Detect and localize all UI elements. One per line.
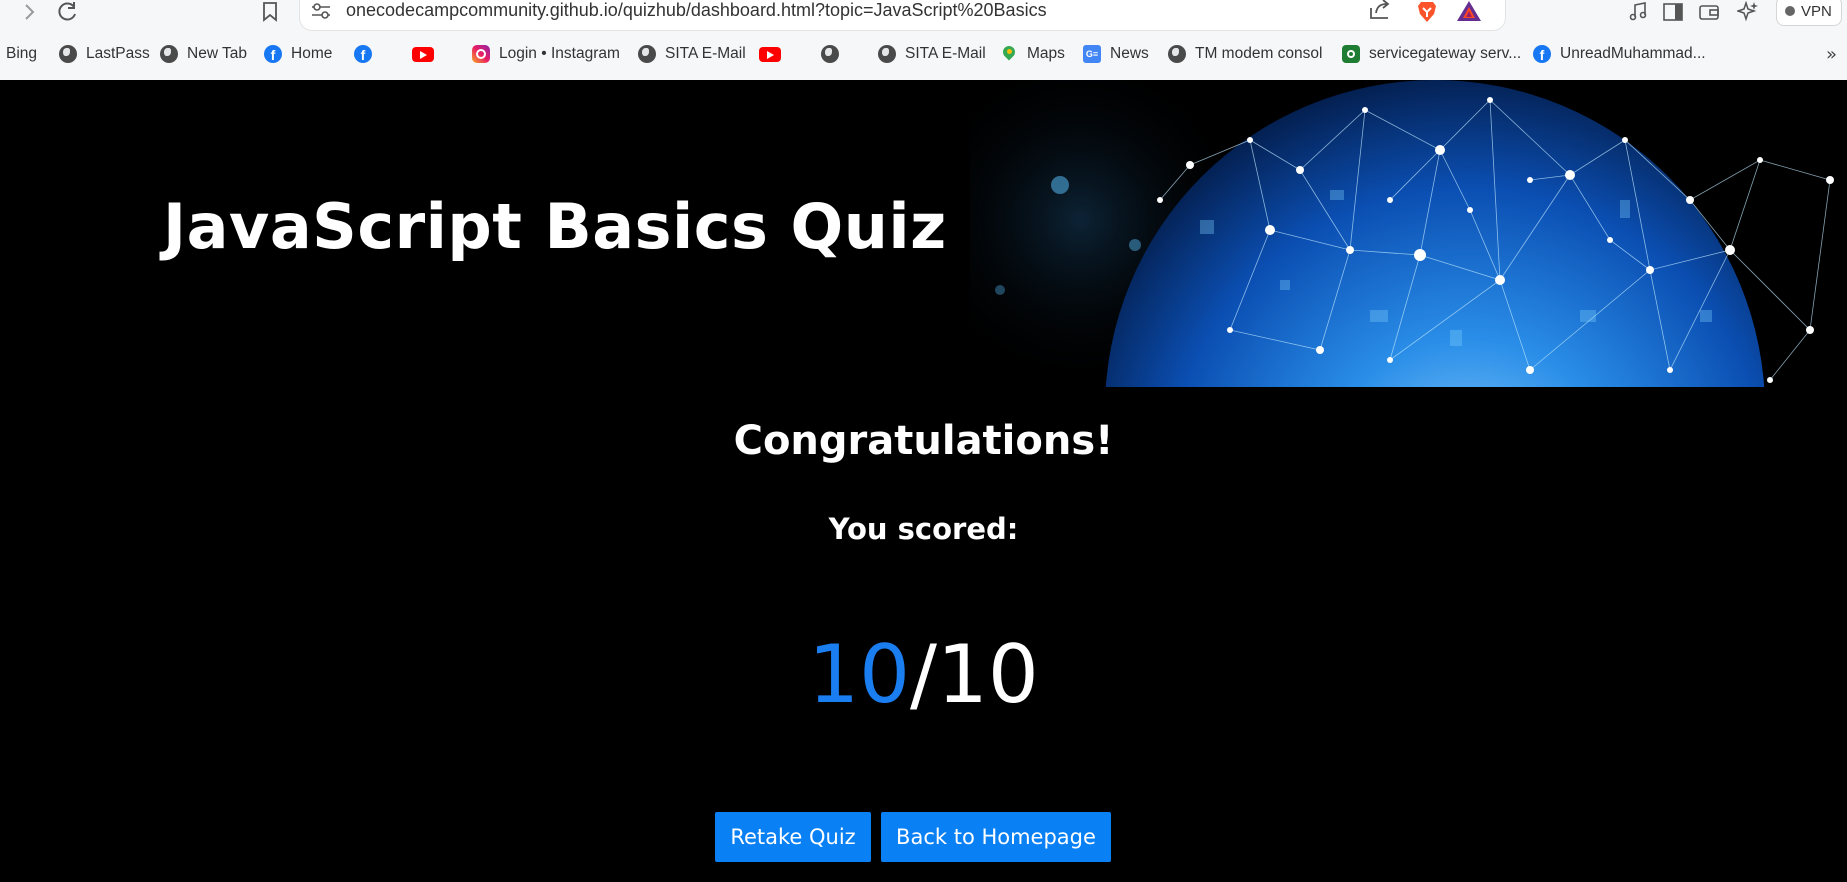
bookmark-label: Bing [6, 45, 38, 62]
news-icon: G≡ [1083, 45, 1101, 63]
bookmark-label: UnreadMuhammad... [1560, 45, 1706, 62]
globe-icon [160, 45, 178, 63]
address-bar[interactable]: onecodecampcommunity.github.io/quizhub/d… [300, 0, 1505, 30]
quiz-title: JavaScript Basics Quiz [163, 190, 947, 263]
back-to-homepage-button[interactable]: Back to Homepage [881, 812, 1111, 862]
leo-ai-icon[interactable] [1736, 0, 1760, 24]
bookmark-maps[interactable]: Maps [1000, 40, 1065, 68]
bookmark-home[interactable]: f Home [264, 40, 332, 68]
bookmark-icon[interactable] [260, 0, 280, 24]
vpn-status-icon [1785, 6, 1795, 16]
bookmark-label: SITA E-Mail [905, 45, 986, 62]
facebook-icon: f [1533, 45, 1551, 63]
score-total: 10 [936, 628, 1039, 721]
bookmark-label: New Tab [187, 45, 248, 62]
bookmark-youtube[interactable] [412, 40, 434, 68]
servicegateway-icon [1342, 45, 1360, 63]
globe-icon [1168, 45, 1186, 63]
bookmark-tm-modem[interactable]: TM modem consol [1168, 40, 1322, 68]
bookmark-globe[interactable] [821, 40, 839, 68]
share-icon[interactable] [1368, 0, 1392, 20]
bookmark-youtube-2[interactable] [759, 40, 781, 68]
bookmark-new-tab[interactable]: New Tab [160, 40, 247, 68]
bookmark-sita-email-2[interactable]: SITA E-Mail [878, 40, 986, 68]
bookmark-bing[interactable]: Bing [6, 40, 37, 68]
bookmark-label: Maps [1027, 45, 1065, 62]
congratulations-heading: Congratulations! [733, 418, 1114, 464]
brave-rewards-icon[interactable] [1456, 0, 1482, 22]
hero-banner: JavaScript Basics Quiz [0, 80, 1847, 387]
bookmark-facebook[interactable]: f [354, 40, 372, 68]
bookmark-label: SITA E-Mail [665, 45, 746, 62]
bookmark-label: servicegateway serv... [1369, 45, 1522, 62]
bookmark-sita-email[interactable]: SITA E-Mail [638, 40, 746, 68]
browser-chrome: onecodecampcommunity.github.io/quizhub/d… [0, 0, 1847, 81]
media-icon[interactable] [1626, 0, 1650, 24]
globe-icon [59, 45, 77, 63]
youtube-icon [759, 46, 781, 62]
vpn-label: VPN [1801, 2, 1832, 20]
url-text[interactable]: onecodecampcommunity.github.io/quizhub/d… [346, 0, 1047, 21]
score-correct: 10 [808, 628, 911, 721]
you-scored-label: You scored: [828, 512, 1019, 546]
brave-shields-icon[interactable] [1415, 0, 1439, 24]
bookmark-unread[interactable]: f UnreadMuhammad... [1533, 40, 1706, 68]
bookmark-news[interactable]: G≡ News [1083, 40, 1149, 68]
bookmark-label: TM modem consol [1195, 45, 1323, 62]
bookmark-label: LastPass [86, 45, 150, 62]
bookmark-servicegateway[interactable]: servicegateway serv... [1342, 40, 1521, 68]
sidebar-toggle-icon[interactable] [1661, 0, 1685, 24]
more-bookmarks-icon[interactable]: » [1826, 44, 1837, 65]
forward-icon[interactable] [20, 0, 40, 24]
globe-icon [878, 45, 896, 63]
wallet-icon[interactable] [1697, 0, 1721, 24]
bookmark-instagram[interactable]: Login • Instagram [472, 40, 620, 68]
reload-icon[interactable] [54, 0, 80, 24]
retake-quiz-button[interactable]: Retake Quiz [715, 812, 871, 862]
bookmarks-bar: Bing LastPass New Tab f Home f Login • I… [0, 40, 1847, 68]
vpn-button[interactable]: VPN [1776, 0, 1842, 26]
facebook-icon: f [354, 45, 372, 63]
bookmark-label: Login • Instagram [499, 45, 620, 62]
globe-icon [638, 45, 656, 63]
score-separator: / [910, 628, 937, 721]
bookmark-lastpass[interactable]: LastPass [59, 40, 150, 68]
globe-icon [821, 45, 839, 63]
network-globe-image [970, 80, 1847, 387]
site-settings-icon[interactable] [310, 2, 332, 20]
browser-toolbar: onecodecampcommunity.github.io/quizhub/d… [0, 0, 1847, 30]
score-display: 10/10 [0, 635, 1847, 715]
maps-icon [1000, 45, 1018, 63]
bookmark-label: News [1110, 45, 1149, 62]
bookmark-label: Home [291, 45, 333, 62]
facebook-icon: f [264, 45, 282, 63]
instagram-icon [472, 45, 490, 63]
youtube-icon [412, 46, 434, 62]
